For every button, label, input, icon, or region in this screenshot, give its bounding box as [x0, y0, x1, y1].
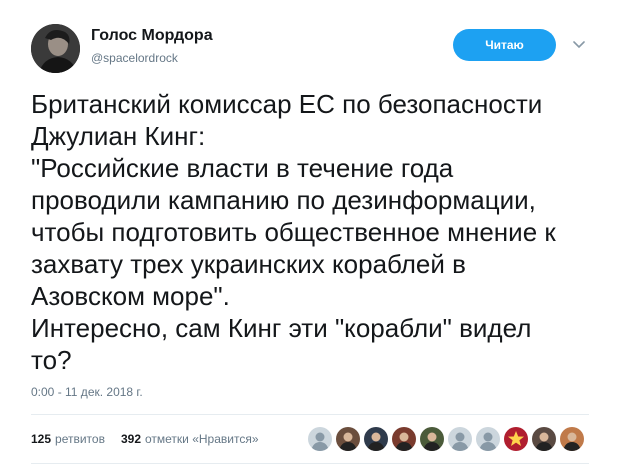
divider — [31, 414, 589, 415]
liker-avatar[interactable] — [363, 426, 389, 452]
tweet-text-line: то? — [31, 345, 72, 375]
tweet-text-line: чтобы подготовить общественное мнение к — [31, 217, 556, 247]
user-handle[interactable]: @spacelordrock — [91, 51, 178, 65]
tweet-text-line: Британский комиссар ЕС по безопасности — [31, 89, 543, 119]
tweet-text: Британский комиссар ЕС по безопасности Д… — [31, 88, 606, 376]
likes-stat[interactable]: 392 отметки «Нравится» — [121, 432, 259, 446]
tweet-stats: 125 ретвитов 392 отметки «Нравится» — [31, 428, 275, 450]
liker-avatar[interactable] — [531, 426, 557, 452]
liker-avatar[interactable] — [391, 426, 417, 452]
person-portrait-icon — [31, 24, 80, 73]
tweet-timestamp[interactable]: 0:00 - 11 дек. 2018 г. — [31, 385, 143, 399]
liker-avatar[interactable] — [475, 426, 501, 452]
likes-label: отметки «Нравится» — [145, 432, 259, 446]
star-avatar-icon — [504, 427, 528, 451]
person-avatar-icon — [532, 427, 556, 451]
liker-avatar[interactable] — [419, 426, 445, 452]
avatar[interactable] — [31, 24, 80, 73]
default-avatar-icon — [476, 427, 500, 451]
person-avatar-icon — [336, 427, 360, 451]
liker-avatar[interactable] — [559, 426, 585, 452]
tweet-text-line: захвату трех украинских кораблей в — [31, 249, 466, 279]
default-avatar-icon — [448, 427, 472, 451]
tweet-text-line: проводили кампанию по дезинформации, — [31, 185, 536, 215]
tweet-text-line: Интересно, сам Кинг эти "корабли" видел — [31, 313, 532, 343]
tweet-text-line: Джулиан Кинг: — [31, 121, 206, 151]
liker-avatar[interactable] — [447, 426, 473, 452]
person-avatar-icon — [420, 427, 444, 451]
person-avatar-icon — [560, 427, 584, 451]
default-avatar-icon — [308, 427, 332, 451]
liker-avatar[interactable] — [307, 426, 333, 452]
following-button[interactable]: Читаю — [453, 29, 556, 61]
tweet-card: Голос Мордора @spacelordrock Читаю Брита… — [0, 0, 623, 468]
chevron-down-icon[interactable] — [571, 37, 587, 53]
liker-avatar[interactable] — [335, 426, 361, 452]
retweets-stat[interactable]: 125 ретвитов — [31, 432, 105, 446]
likes-count: 392 — [120, 432, 141, 446]
retweets-label: ретвитов — [55, 432, 105, 446]
retweets-count: 125 — [31, 432, 52, 446]
tweet-text-line: Азовском море". — [31, 281, 230, 311]
divider — [31, 463, 589, 464]
liker-avatars — [307, 426, 587, 452]
person-avatar-icon — [392, 427, 416, 451]
liker-avatar[interactable] — [503, 426, 529, 452]
person-avatar-icon — [364, 427, 388, 451]
tweet-text-line: "Российские власти в течение года — [31, 153, 454, 183]
display-name[interactable]: Голос Мордора — [91, 27, 213, 45]
